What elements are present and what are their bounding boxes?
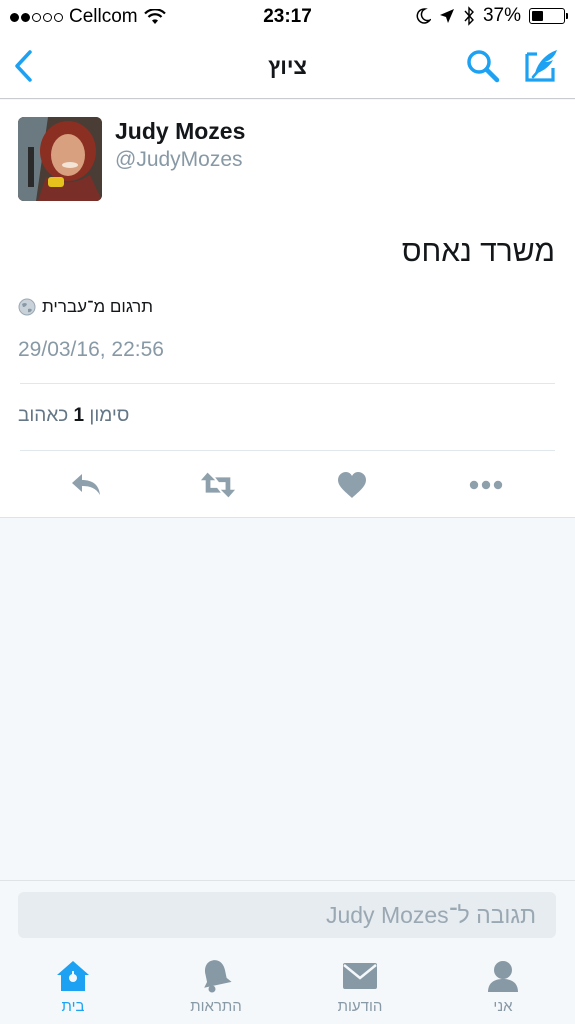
person-icon	[488, 961, 518, 992]
status-right: 37%	[415, 5, 568, 27]
like-heart-icon	[338, 472, 366, 498]
tab-label: התראות	[190, 998, 242, 1015]
location-arrow-icon	[439, 9, 454, 23]
translate-tweet-link[interactable]: תרגום מ־עברית	[18, 297, 153, 317]
status-bar: Cellcom 23:17 37%	[0, 0, 575, 34]
navigation-bar: ציוץ	[0, 34, 575, 99]
tab-label: אני	[493, 998, 513, 1015]
signal-strength-icon	[10, 12, 63, 22]
like-button[interactable]	[334, 468, 370, 502]
reply-button[interactable]	[68, 468, 104, 502]
tab-label: הודעות	[337, 998, 383, 1015]
translate-label[interactable]: תרגום מ־עברית	[42, 297, 153, 317]
globe-icon	[18, 298, 36, 316]
bluetooth-icon	[464, 6, 474, 26]
reply-bar	[0, 880, 575, 944]
tab-messages[interactable]: הודעות	[305, 958, 415, 1024]
likes-label: כאהוב	[18, 405, 69, 426]
tab-label: בית	[61, 998, 85, 1015]
likes-prefix: סימון	[89, 405, 130, 426]
tweet-text: משרד נאחס	[401, 235, 555, 268]
retweet-icon	[200, 472, 236, 498]
search-icon	[467, 50, 500, 83]
tweet-actions	[0, 460, 575, 510]
compose-tweet-button[interactable]	[523, 46, 561, 84]
envelope-icon	[343, 963, 377, 989]
battery-icon	[529, 8, 568, 24]
tweet-detail: Judy Mozes @JudyMozes משרד נאחס תרגום מ־…	[0, 100, 575, 518]
reply-icon	[72, 474, 100, 495]
author-handle[interactable]: @JudyMozes	[115, 148, 243, 172]
reply-input[interactable]	[18, 892, 556, 938]
avatar-photo	[18, 117, 102, 201]
status-left: Cellcom	[10, 6, 166, 28]
moon-icon	[416, 8, 431, 24]
battery-percent: 37%	[482, 5, 521, 26]
tab-bar: בית התראות הודעות אני	[0, 944, 575, 1024]
carrier-name: Cellcom	[69, 6, 138, 27]
tab-home[interactable]: בית	[18, 958, 128, 1024]
tab-notifications[interactable]: התראות	[161, 958, 271, 1024]
home-icon	[57, 961, 89, 991]
tweet-timestamp: 29/03/16, 22:56	[18, 338, 164, 361]
more-options-button[interactable]	[468, 468, 504, 502]
retweet-button[interactable]	[200, 468, 236, 502]
likes-count-link[interactable]: סימון 1 כאהוב	[18, 405, 129, 427]
author-name[interactable]: Judy Mozes	[115, 118, 245, 145]
divider	[20, 450, 555, 451]
more-dots-icon	[469, 480, 503, 490]
compose-tweet-icon	[525, 50, 557, 82]
bell-icon	[204, 960, 232, 993]
search-button[interactable]	[465, 48, 501, 84]
divider	[20, 383, 555, 384]
tab-me[interactable]: אני	[448, 958, 558, 1024]
avatar[interactable]	[18, 117, 102, 201]
likes-count: 1	[73, 405, 85, 426]
wifi-icon	[143, 9, 166, 24]
